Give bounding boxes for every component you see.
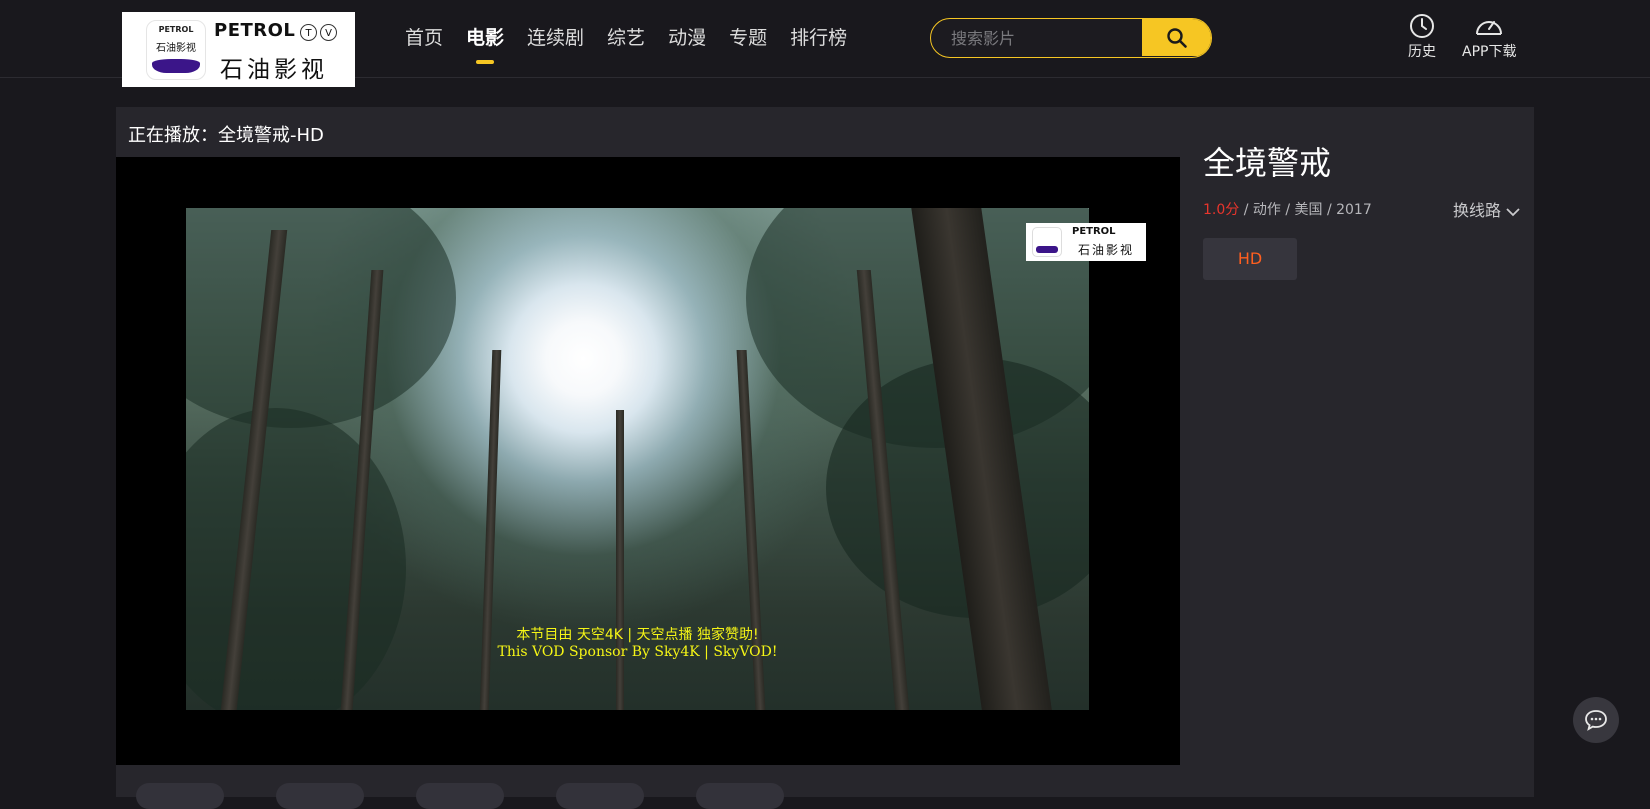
- search-bar: [930, 18, 1212, 58]
- nav-item-topics[interactable]: 专题: [729, 24, 767, 54]
- tree-canopy: [186, 208, 456, 428]
- subtitle-cn: 本节目由 天空4K | 天空点播 独家赞助!: [516, 627, 759, 643]
- nav-item-series[interactable]: 连续剧: [527, 24, 584, 54]
- video-watermark-logo: PETROL 石油影视: [1026, 223, 1146, 261]
- movie-score: 1.0分: [1203, 202, 1240, 218]
- player-tool-button[interactable]: [556, 783, 644, 809]
- logo-emblem: PETROL 石油影视: [146, 20, 206, 80]
- tree-trunk: [616, 410, 624, 710]
- chat-bubble-icon: [1585, 710, 1607, 731]
- subtitle-en: This VOD Sponsor By Sky4K | SkyVOD!: [497, 644, 778, 660]
- logo-emblem-cn: 石油影视: [156, 43, 196, 54]
- player-tool-button[interactable]: [416, 783, 504, 809]
- video-frame[interactable]: 本节目由 天空4K | 天空点播 独家赞助! This VOD Sponsor …: [186, 208, 1089, 710]
- watermark-brand: PETROL: [1072, 226, 1116, 237]
- app-download-label: APP下载: [1462, 44, 1517, 60]
- site-logo[interactable]: PETROL 石油影视 PETROL TV 石油影视: [122, 12, 355, 87]
- app-download-button[interactable]: APP下载: [1462, 13, 1516, 61]
- video-subtitles: 本节目由 天空4K | 天空点播 独家赞助! This VOD Sponsor …: [186, 627, 1089, 661]
- clock-icon: [1410, 14, 1434, 38]
- site-header: PETROL 石油影视 PETROL TV 石油影视 首页 电影 连续剧 综艺 …: [0, 0, 1650, 87]
- chat-button[interactable]: [1573, 697, 1619, 743]
- logo-emblem-bar: [152, 59, 200, 73]
- logo-cn-text: 石油影视: [220, 57, 328, 83]
- logo-tv-badge: TV: [300, 21, 344, 41]
- search-input[interactable]: [949, 19, 1143, 57]
- logo-tv-v: V: [320, 24, 337, 41]
- nav-item-home[interactable]: 首页: [405, 24, 443, 54]
- history-button[interactable]: 历史: [1408, 13, 1436, 61]
- watermark-emblem: [1032, 227, 1062, 257]
- player-section: 正在播放：全境警戒-HD 本节目由 天空4K | 天空点播 独家赞助! This…: [116, 107, 1534, 809]
- tree-canopy: [186, 408, 406, 710]
- logo-brand-text: PETROL: [214, 20, 296, 41]
- watermark-cn: 石油影视: [1078, 243, 1135, 257]
- logo-tv-t: T: [300, 24, 317, 41]
- nav-item-rankings[interactable]: 排行榜: [790, 24, 847, 54]
- chevron-down-icon: [1506, 207, 1520, 216]
- movie-title: 全境警戒: [1203, 144, 1332, 182]
- player-tool-button[interactable]: [276, 783, 364, 809]
- movie-meta-details: / 动作 / 美国 / 2017: [1239, 202, 1372, 218]
- search-icon: [1166, 27, 1187, 48]
- switch-line-label: 换线路: [1453, 201, 1502, 220]
- video-player[interactable]: 本节目由 天空4K | 天空点播 独家赞助! This VOD Sponsor …: [116, 157, 1180, 765]
- now-playing-title: 正在播放：全境警戒-HD: [128, 125, 324, 146]
- switch-line-dropdown[interactable]: 换线路: [1453, 197, 1520, 221]
- speedometer-icon: [1476, 21, 1503, 35]
- main-nav: 首页 电影 连续剧 综艺 动漫 专题 排行榜: [405, 24, 870, 64]
- player-tool-button[interactable]: [136, 783, 224, 809]
- player-tools-row: [136, 783, 784, 809]
- search-button[interactable]: [1142, 19, 1211, 56]
- nav-item-variety[interactable]: 综艺: [607, 24, 645, 54]
- episode-hd-button[interactable]: HD: [1203, 238, 1297, 280]
- logo-emblem-text: PETROL: [158, 25, 194, 34]
- nav-item-anime[interactable]: 动漫: [668, 24, 706, 54]
- nav-item-movies[interactable]: 电影: [466, 24, 504, 64]
- player-tool-button[interactable]: [696, 783, 784, 809]
- history-label: 历史: [1408, 44, 1436, 60]
- movie-meta: 1.0分 / 动作 / 美国 / 2017: [1203, 199, 1372, 219]
